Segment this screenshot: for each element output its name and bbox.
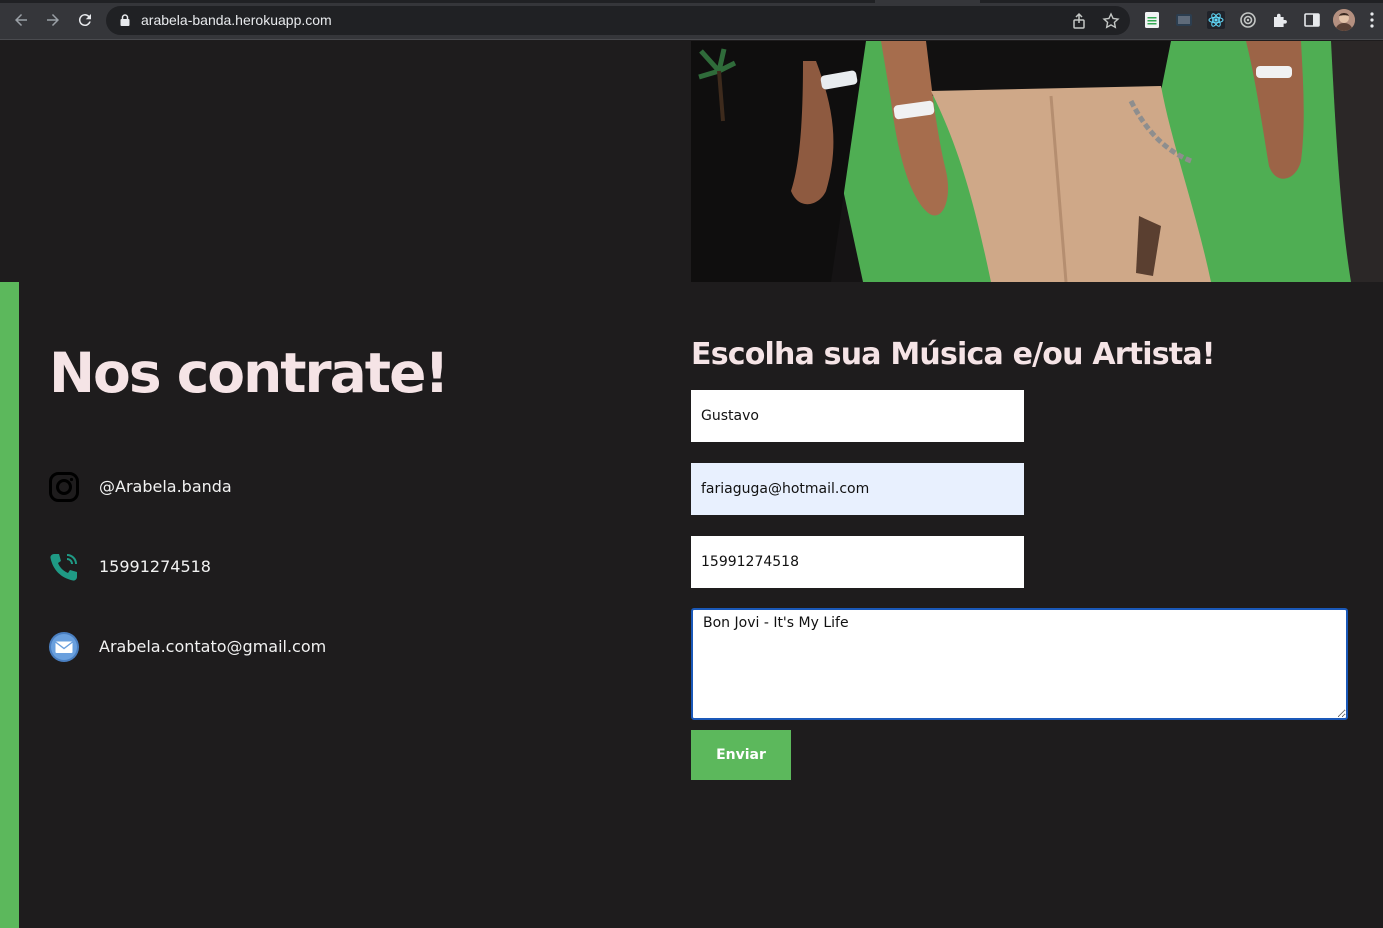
browser-toolbar: arabela-banda.herokuapp.com bbox=[0, 0, 1383, 40]
contact-phone[interactable]: 15991274518 bbox=[49, 551, 211, 583]
kebab-menu-icon[interactable] bbox=[1367, 11, 1377, 29]
instagram-icon bbox=[49, 472, 79, 502]
phone-icon bbox=[49, 552, 79, 582]
forward-arrow-icon[interactable] bbox=[41, 8, 65, 32]
reload-icon[interactable] bbox=[73, 8, 97, 32]
name-input[interactable] bbox=[691, 390, 1024, 442]
share-icon[interactable] bbox=[1070, 12, 1088, 30]
phone-input[interactable] bbox=[691, 536, 1024, 588]
accent-stripe bbox=[0, 282, 19, 928]
lock-icon[interactable] bbox=[118, 13, 132, 27]
submit-button[interactable]: Enviar bbox=[691, 730, 791, 780]
target-extension-icon[interactable] bbox=[1239, 11, 1257, 29]
phone-number[interactable]: 15991274518 bbox=[99, 557, 211, 576]
star-icon[interactable] bbox=[1102, 12, 1120, 30]
profile-avatar[interactable] bbox=[1333, 9, 1355, 31]
instagram-handle[interactable]: @Arabela.banda bbox=[99, 477, 232, 496]
form-title: Escolha sua Música e/ou Artista! bbox=[691, 337, 1215, 372]
email-input[interactable] bbox=[691, 463, 1024, 515]
sidebar-icon[interactable] bbox=[1303, 11, 1321, 29]
message-textarea[interactable]: Bon Jovi - It's My Life bbox=[691, 608, 1348, 720]
react-devtools-icon[interactable] bbox=[1207, 11, 1225, 29]
email-address[interactable]: Arabela.contato@gmail.com bbox=[99, 637, 326, 656]
email-icon bbox=[49, 632, 79, 662]
contact-instagram[interactable]: @Arabela.banda bbox=[49, 471, 232, 503]
url-text[interactable]: arabela-banda.herokuapp.com bbox=[141, 12, 332, 28]
contact-email[interactable]: Arabela.contato@gmail.com bbox=[49, 631, 326, 663]
page-title: Nos contrate! bbox=[49, 341, 449, 405]
puzzle-extensions-icon[interactable] bbox=[1271, 11, 1289, 29]
cast-extension-icon[interactable] bbox=[1175, 11, 1193, 29]
back-arrow-icon[interactable] bbox=[9, 8, 33, 32]
address-bar[interactable]: arabela-banda.herokuapp.com bbox=[106, 6, 1130, 35]
band-photo bbox=[691, 41, 1383, 282]
tab-strip bbox=[0, 0, 1383, 3]
page-content: Nos contrate! @Arabela.banda 15991274518 bbox=[0, 41, 1383, 928]
sheets-extension-icon[interactable] bbox=[1143, 11, 1161, 29]
